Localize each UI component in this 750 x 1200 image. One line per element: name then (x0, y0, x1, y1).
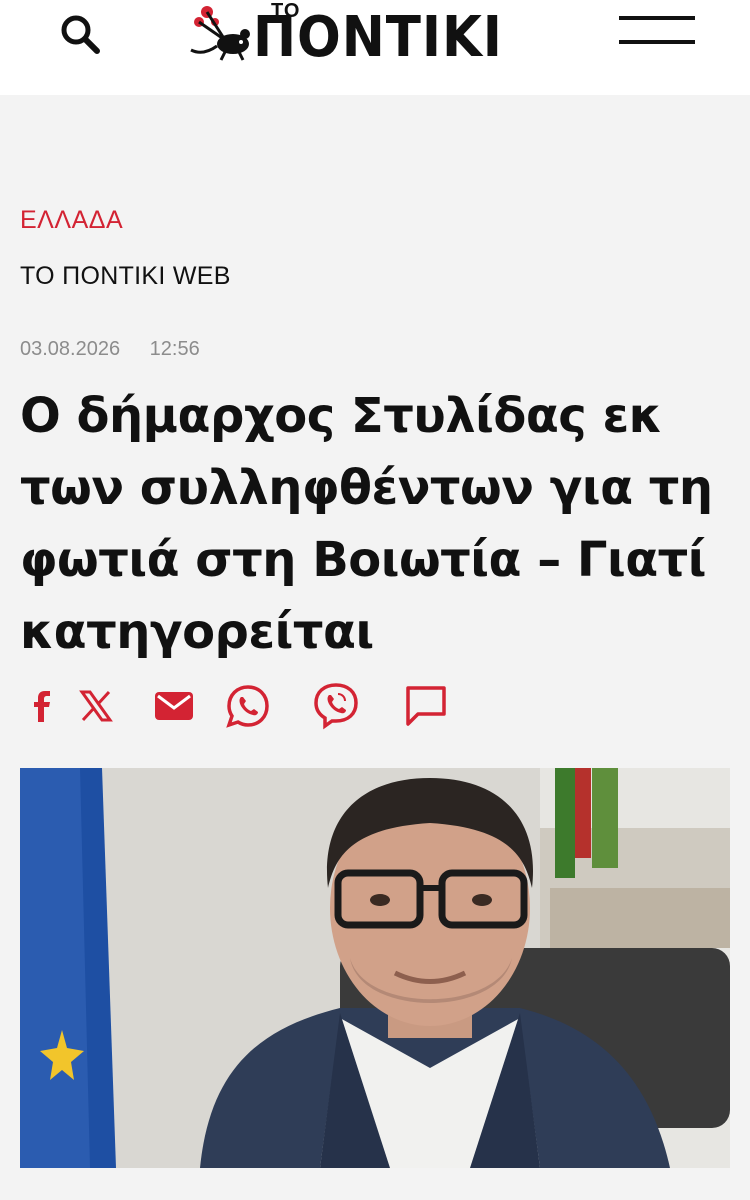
share-x-button[interactable] (70, 680, 122, 732)
article-author[interactable]: ΤΟ ΠΟΝΤΙΚΙ WEB (20, 262, 231, 291)
facebook-icon (34, 691, 50, 722)
menu-button[interactable] (615, 12, 699, 52)
logo-main-text: ΠΟΝΤΙΚΙ (253, 5, 503, 70)
hero-photo (20, 768, 730, 1168)
share-facebook-button[interactable] (16, 680, 68, 732)
search-icon (61, 15, 100, 54)
site-header: ΤΟ ΠΟΝΤΙΚΙ (0, 0, 750, 95)
search-button[interactable] (52, 6, 112, 66)
share-whatsapp-button[interactable] (222, 680, 274, 732)
viber-icon (314, 683, 358, 730)
article-time: 12:56 (149, 338, 200, 360)
share-comment-button[interactable] (400, 680, 452, 732)
comment-icon (406, 686, 446, 726)
hamburger-menu-icon (619, 16, 695, 44)
mouse-logo-icon (190, 6, 250, 61)
x-twitter-icon (79, 690, 113, 722)
article-category[interactable]: ΕΛΛΑΔΑ (20, 206, 123, 235)
article-hero-image[interactable] (20, 768, 730, 1168)
site-logo[interactable]: ΤΟ ΠΟΝΤΙΚΙ (185, 0, 575, 70)
article-meta: 03.08.2026 12:56 (20, 338, 200, 361)
email-icon (155, 692, 193, 720)
share-bar (16, 680, 476, 732)
article-date: 03.08.2026 (20, 338, 121, 360)
article-title: Ο δήμαρχος Στυλίδας εκ των συλληφθέντων … (20, 388, 713, 660)
share-email-button[interactable] (148, 680, 200, 732)
share-viber-button[interactable] (310, 680, 362, 732)
whatsapp-icon (226, 685, 269, 728)
